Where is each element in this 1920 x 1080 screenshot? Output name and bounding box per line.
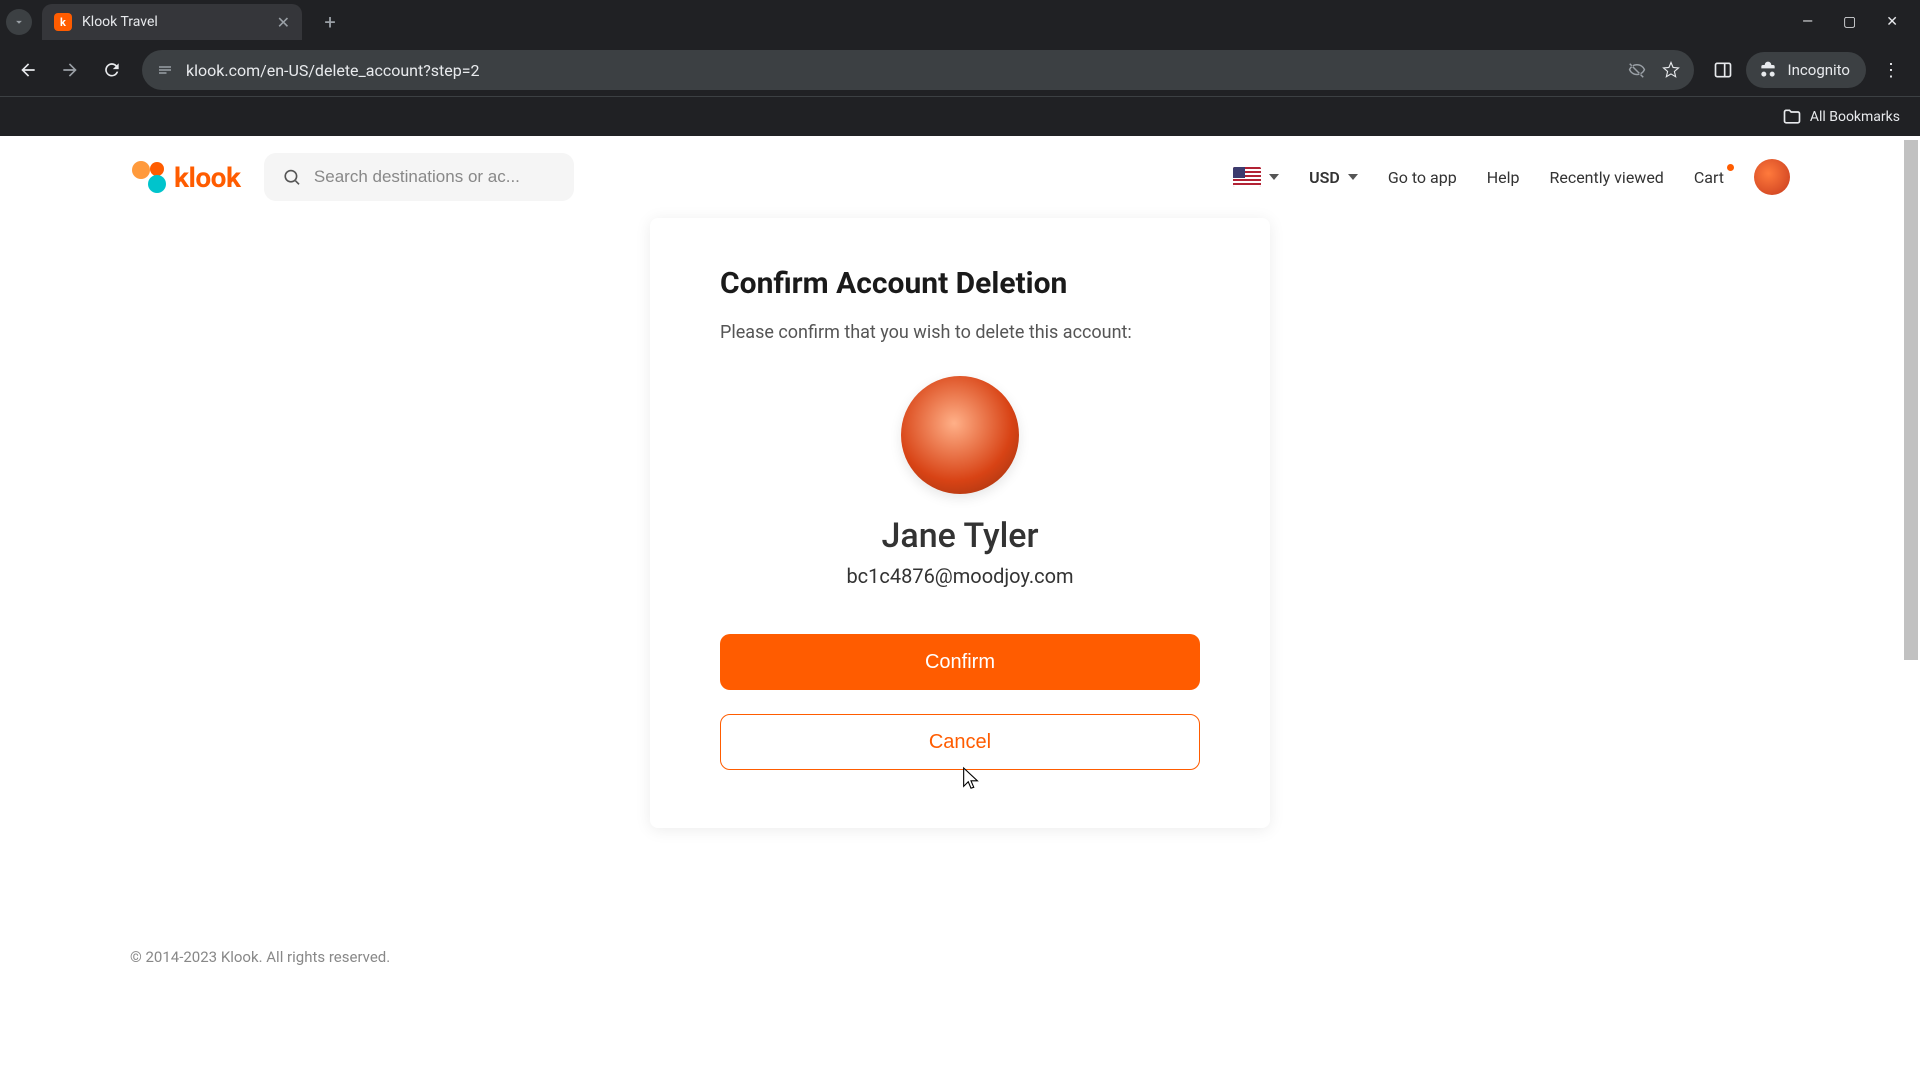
footer-copyright: © 2014-2023 Klook. All rights reserved. [0,828,1920,966]
reload-button[interactable] [94,52,130,88]
card-description: Please confirm that you wish to delete t… [720,319,1200,346]
tab-favicon: k [54,13,72,31]
address-bar[interactable]: klook.com/en-US/delete_account?step=2 [142,50,1694,90]
cart-label: Cart [1694,168,1724,187]
side-panel-button[interactable] [1706,53,1740,87]
search-box[interactable] [264,153,574,201]
hidden-eye-icon[interactable] [1628,61,1646,79]
back-button[interactable] [10,52,46,88]
bookmark-star-icon[interactable] [1662,61,1680,79]
user-name: Jane Tyler [720,516,1200,556]
cart-badge [1727,164,1734,171]
incognito-indicator[interactable]: Incognito [1746,52,1866,88]
window-controls: ― ▢ ✕ [1802,14,1920,30]
cart-link[interactable]: Cart [1694,168,1724,187]
recently-viewed-link[interactable]: Recently viewed [1549,168,1663,187]
currency-selector[interactable]: USD [1309,168,1358,187]
search-input[interactable] [314,167,557,187]
logo[interactable]: klook [130,158,240,196]
browser-chrome: k Klook Travel ✕ + ― ▢ ✕ klook.com/en-US… [0,0,1920,136]
confirm-button[interactable]: Confirm [720,634,1200,690]
incognito-label: Incognito [1788,61,1850,79]
chevron-down-icon [1269,174,1279,180]
user-avatar-menu[interactable] [1754,159,1790,195]
confirm-deletion-card: Confirm Account Deletion Please confirm … [650,218,1270,828]
minimize-button[interactable]: ― [1802,14,1813,30]
header-right: USD Go to app Help Recently viewed Cart [1233,159,1790,195]
help-link[interactable]: Help [1487,168,1520,187]
tab-strip: k Klook Travel ✕ + ― ▢ ✕ [0,0,1920,44]
maximize-button[interactable]: ▢ [1843,14,1856,30]
logo-text: klook [174,161,240,194]
tab-search-button[interactable] [6,9,32,35]
all-bookmarks-label: All Bookmarks [1810,109,1900,125]
all-bookmarks-button[interactable]: All Bookmarks [1782,107,1900,127]
user-email: bc1c4876@moodjoy.com [720,564,1200,588]
incognito-icon [1758,60,1778,80]
new-tab-button[interactable]: + [316,8,344,36]
tab-close-button[interactable]: ✕ [277,13,290,32]
folder-icon [1782,107,1802,127]
site-header: klook USD Go to app Help Recently viewed… [0,136,1920,218]
search-icon [282,166,301,188]
logo-mark-icon [130,158,168,196]
scrollbar-thumb[interactable] [1904,140,1918,660]
user-block: Jane Tyler bc1c4876@moodjoy.com [720,376,1200,588]
currency-label: USD [1309,168,1340,187]
browser-tab[interactable]: k Klook Travel ✕ [42,4,302,40]
bookmarks-bar: All Bookmarks [0,96,1920,136]
cancel-button[interactable]: Cancel [720,714,1200,770]
chevron-down-icon [1348,174,1358,180]
go-to-app-link[interactable]: Go to app [1388,168,1457,187]
close-window-button[interactable]: ✕ [1886,14,1898,30]
browser-menu-button[interactable]: ⋮ [1872,60,1910,81]
forward-button[interactable] [52,52,88,88]
browser-toolbar: klook.com/en-US/delete_account?step=2 In… [0,44,1920,96]
card-title: Confirm Account Deletion [720,266,1200,301]
site-settings-icon[interactable] [156,61,174,79]
tab-title: Klook Travel [82,14,265,30]
user-avatar-image [901,376,1019,494]
language-selector[interactable] [1233,167,1279,187]
page-viewport: klook USD Go to app Help Recently viewed… [0,136,1920,1080]
url-text: klook.com/en-US/delete_account?step=2 [186,61,1616,80]
us-flag-icon [1233,167,1261,187]
